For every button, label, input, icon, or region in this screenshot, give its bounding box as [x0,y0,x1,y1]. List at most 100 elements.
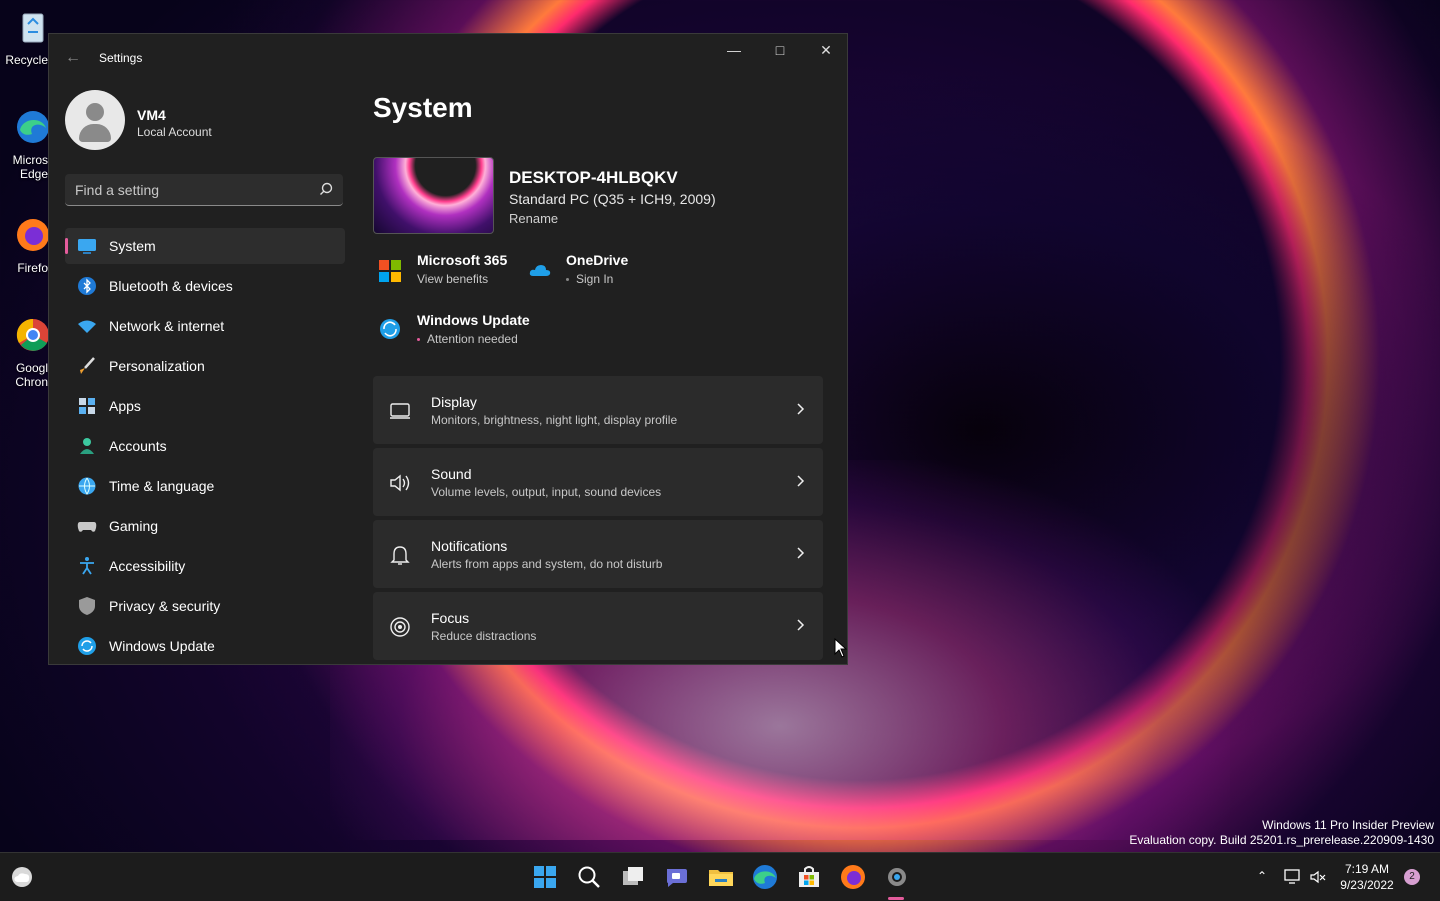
search-icon[interactable] [575,863,603,891]
file-explorer-icon[interactable] [707,863,735,891]
speaker-icon [390,474,410,492]
sidebar-item-label: Apps [109,398,141,414]
desktop-icon-label: Firefo [17,261,48,275]
sidebar-item-bluetooth[interactable]: Bluetooth & devices [65,268,345,304]
sidebar-item-gaming[interactable]: Gaming [65,508,345,544]
tile-subtitle: Sign In [576,272,614,286]
sidebar-item-network[interactable]: Network & internet [65,308,345,344]
watermark-line-1: Windows 11 Pro Insider Preview [1262,818,1434,832]
desktop-icon-edge[interactable]: Micros Edge [0,108,49,181]
wifi-icon [78,320,96,333]
taskbar: ⌃ 7:19 AM 9/23/2022 2 [0,852,1440,901]
chevron-right-icon [797,475,805,487]
profile-account-type: Local Account [137,125,212,139]
bell-icon [390,546,410,565]
sidebar-item-apps[interactable]: Apps [65,388,345,424]
microsoft-365-icon [379,260,401,282]
profile-name: VM4 [137,107,166,123]
tile-title: Microsoft 365 [417,252,508,268]
desktop-icon-recycle-bin[interactable]: Recycle [0,8,48,67]
back-arrow-icon[interactable]: ← [63,48,83,68]
card-subtitle: Monitors, brightness, night light, displ… [431,413,678,427]
volume-muted-icon[interactable] [1310,869,1326,885]
desktop-icon-firefox[interactable]: Firefo [0,216,49,275]
sidebar-item-label: System [109,238,156,254]
clock-date: 9/23/2022 [1340,878,1394,892]
sidebar-item-accounts[interactable]: Accounts [65,428,345,464]
focus-card[interactable]: Focus Reduce distractions [373,592,823,660]
sidebar-item-label: Accounts [109,438,167,454]
desktop-icon-label: Recycle [5,53,48,67]
chat-icon[interactable] [663,863,691,891]
settings-icon[interactable] [883,863,911,891]
evaluation-watermark: Windows 11 Pro Insider Preview Evaluatio… [1129,818,1434,848]
tile-title: OneDrive [566,252,629,268]
rename-link[interactable]: Rename [509,211,558,226]
apps-icon [79,398,95,414]
search-input[interactable] [65,174,317,206]
show-hidden-icons-chevron-icon[interactable]: ⌃ [1257,869,1267,883]
account-icon [80,438,94,454]
firefox-icon [17,219,49,251]
monitor-icon [390,403,410,419]
network-status-icon[interactable] [1284,869,1302,885]
update-icon [380,319,400,339]
start-icon[interactable] [531,863,559,891]
sidebar-item-label: Accessibility [109,558,186,574]
card-subtitle: Reduce distractions [431,629,537,643]
focus-icon [390,617,410,637]
sidebar-item-accessibility[interactable]: Accessibility [65,548,345,584]
card-subtitle: Alerts from apps and system, do not dist… [431,557,663,571]
minimize-button[interactable]: — [711,34,757,66]
store-icon[interactable] [795,863,823,891]
desktop-icon-label: Micros Edge [12,153,48,181]
taskbar-clock[interactable]: 7:19 AM 9/23/2022 [1338,861,1396,893]
tile-subtitle: View benefits [417,272,489,286]
recycle-bin-icon [22,13,44,43]
firefox-icon[interactable] [839,863,867,891]
sidebar-item-label: Bluetooth & devices [109,278,233,294]
sidebar-item-label: Time & language [109,478,215,494]
chevron-right-icon [797,403,805,415]
sidebar-item-label: Gaming [109,518,159,534]
sidebar-nav: System Bluetooth & devices Network & int… [65,228,345,668]
status-dot [566,278,569,282]
window-title: Settings [99,51,143,65]
chrome-icon [16,318,49,351]
device-name: DESKTOP-4HLBQKV [509,168,678,187]
accessibility-icon [80,557,94,575]
bluetooth-icon [78,277,96,295]
chevron-right-icon [797,619,805,631]
task-view-icon[interactable] [619,863,647,891]
sidebar-item-time-language[interactable]: Time & language [65,468,345,504]
close-button[interactable]: ✕ [803,34,849,66]
notifications-card[interactable]: Notifications Alerts from apps and syste… [373,520,823,588]
weather-icon[interactable] [9,865,35,889]
notification-badge[interactable]: 2 [1404,869,1420,885]
avatar[interactable] [65,90,125,150]
search-box[interactable] [65,174,343,206]
card-title: Focus [431,610,470,626]
desktop-icon-chrome[interactable]: Googl Chron [0,316,49,389]
gamepad-icon [77,522,97,532]
settings-window: ← Settings — □ ✕ VM4 Local Account Syste… [48,33,848,665]
title-bar[interactable]: ← Settings — □ ✕ [49,34,847,82]
maximize-button[interactable]: □ [757,34,803,66]
update-icon [78,637,96,655]
sidebar-item-system[interactable]: System [65,228,345,264]
search-icon [320,182,333,195]
tile-subtitle: Attention needed [427,332,518,346]
onedrive-icon [529,265,551,276]
page-title: System [373,92,473,123]
tile-title: Windows Update [417,312,530,328]
sidebar-item-personalization[interactable]: Personalization [65,348,345,384]
system-icon [78,239,96,254]
card-title: Sound [431,466,472,482]
display-card[interactable]: Display Monitors, brightness, night ligh… [373,376,823,444]
shield-icon [79,597,95,615]
sidebar-item-windows-update[interactable]: Windows Update [65,628,345,664]
brush-icon [80,357,95,374]
sound-card[interactable]: Sound Volume levels, output, input, soun… [373,448,823,516]
sidebar-item-privacy[interactable]: Privacy & security [65,588,345,624]
edge-icon[interactable] [751,863,779,891]
